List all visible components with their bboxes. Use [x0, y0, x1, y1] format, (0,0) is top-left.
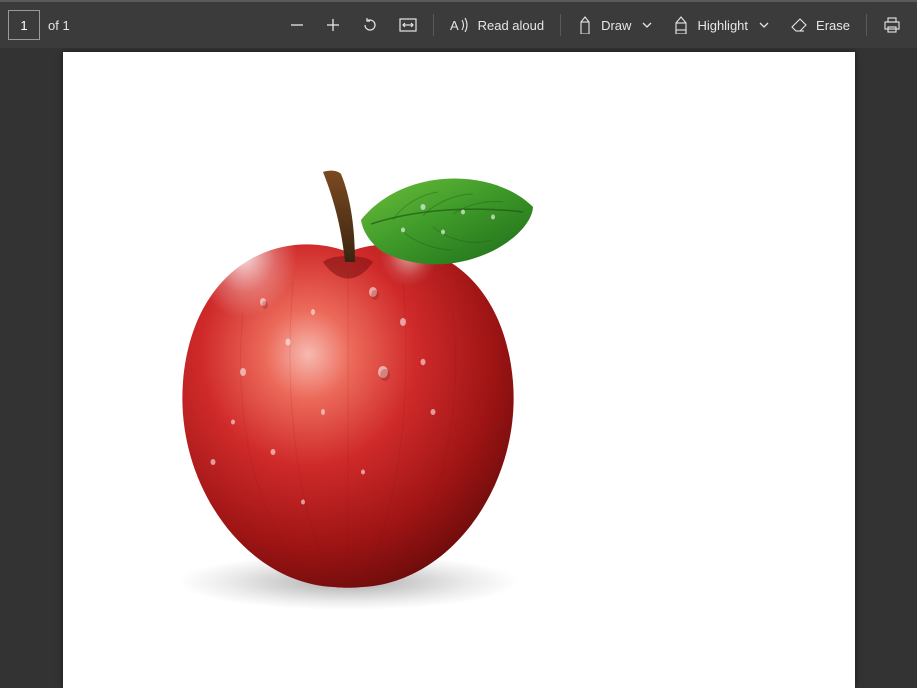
svg-text:A: A	[450, 18, 459, 33]
print-icon	[883, 17, 901, 33]
document-viewport[interactable]	[0, 48, 917, 688]
chevron-down-icon	[758, 19, 770, 31]
erase-button[interactable]: Erase	[780, 1, 860, 49]
toolbar-separator	[433, 14, 434, 36]
toolbar-separator	[866, 14, 867, 36]
page-count-label: of 1	[48, 18, 70, 33]
highlight-icon	[673, 16, 689, 34]
erase-label: Erase	[816, 18, 850, 33]
zoom-out-button[interactable]	[279, 1, 315, 49]
read-aloud-button[interactable]: A Read aloud	[440, 1, 555, 49]
zoom-in-icon	[325, 17, 341, 33]
pdf-page	[63, 52, 855, 688]
pdf-toolbar: of 1 A Read aloud Draw	[0, 0, 917, 48]
rotate-icon	[361, 16, 379, 34]
print-button[interactable]	[873, 1, 911, 49]
draw-icon	[577, 16, 593, 34]
draw-label: Draw	[601, 18, 631, 33]
draw-dropdown[interactable]	[641, 19, 653, 31]
fit-page-icon	[399, 18, 417, 32]
page-number-input[interactable]	[8, 10, 40, 40]
fit-page-button[interactable]	[389, 1, 427, 49]
document-image	[123, 112, 563, 622]
read-aloud-icon: A	[450, 17, 470, 33]
draw-button[interactable]: Draw	[567, 1, 663, 49]
highlight-dropdown[interactable]	[758, 19, 770, 31]
highlight-label: Highlight	[697, 18, 748, 33]
zoom-out-icon	[289, 17, 305, 33]
highlight-button[interactable]: Highlight	[663, 1, 780, 49]
zoom-in-button[interactable]	[315, 1, 351, 49]
chevron-down-icon	[641, 19, 653, 31]
rotate-button[interactable]	[351, 1, 389, 49]
read-aloud-label: Read aloud	[478, 18, 545, 33]
toolbar-separator	[560, 14, 561, 36]
erase-icon	[790, 17, 808, 33]
